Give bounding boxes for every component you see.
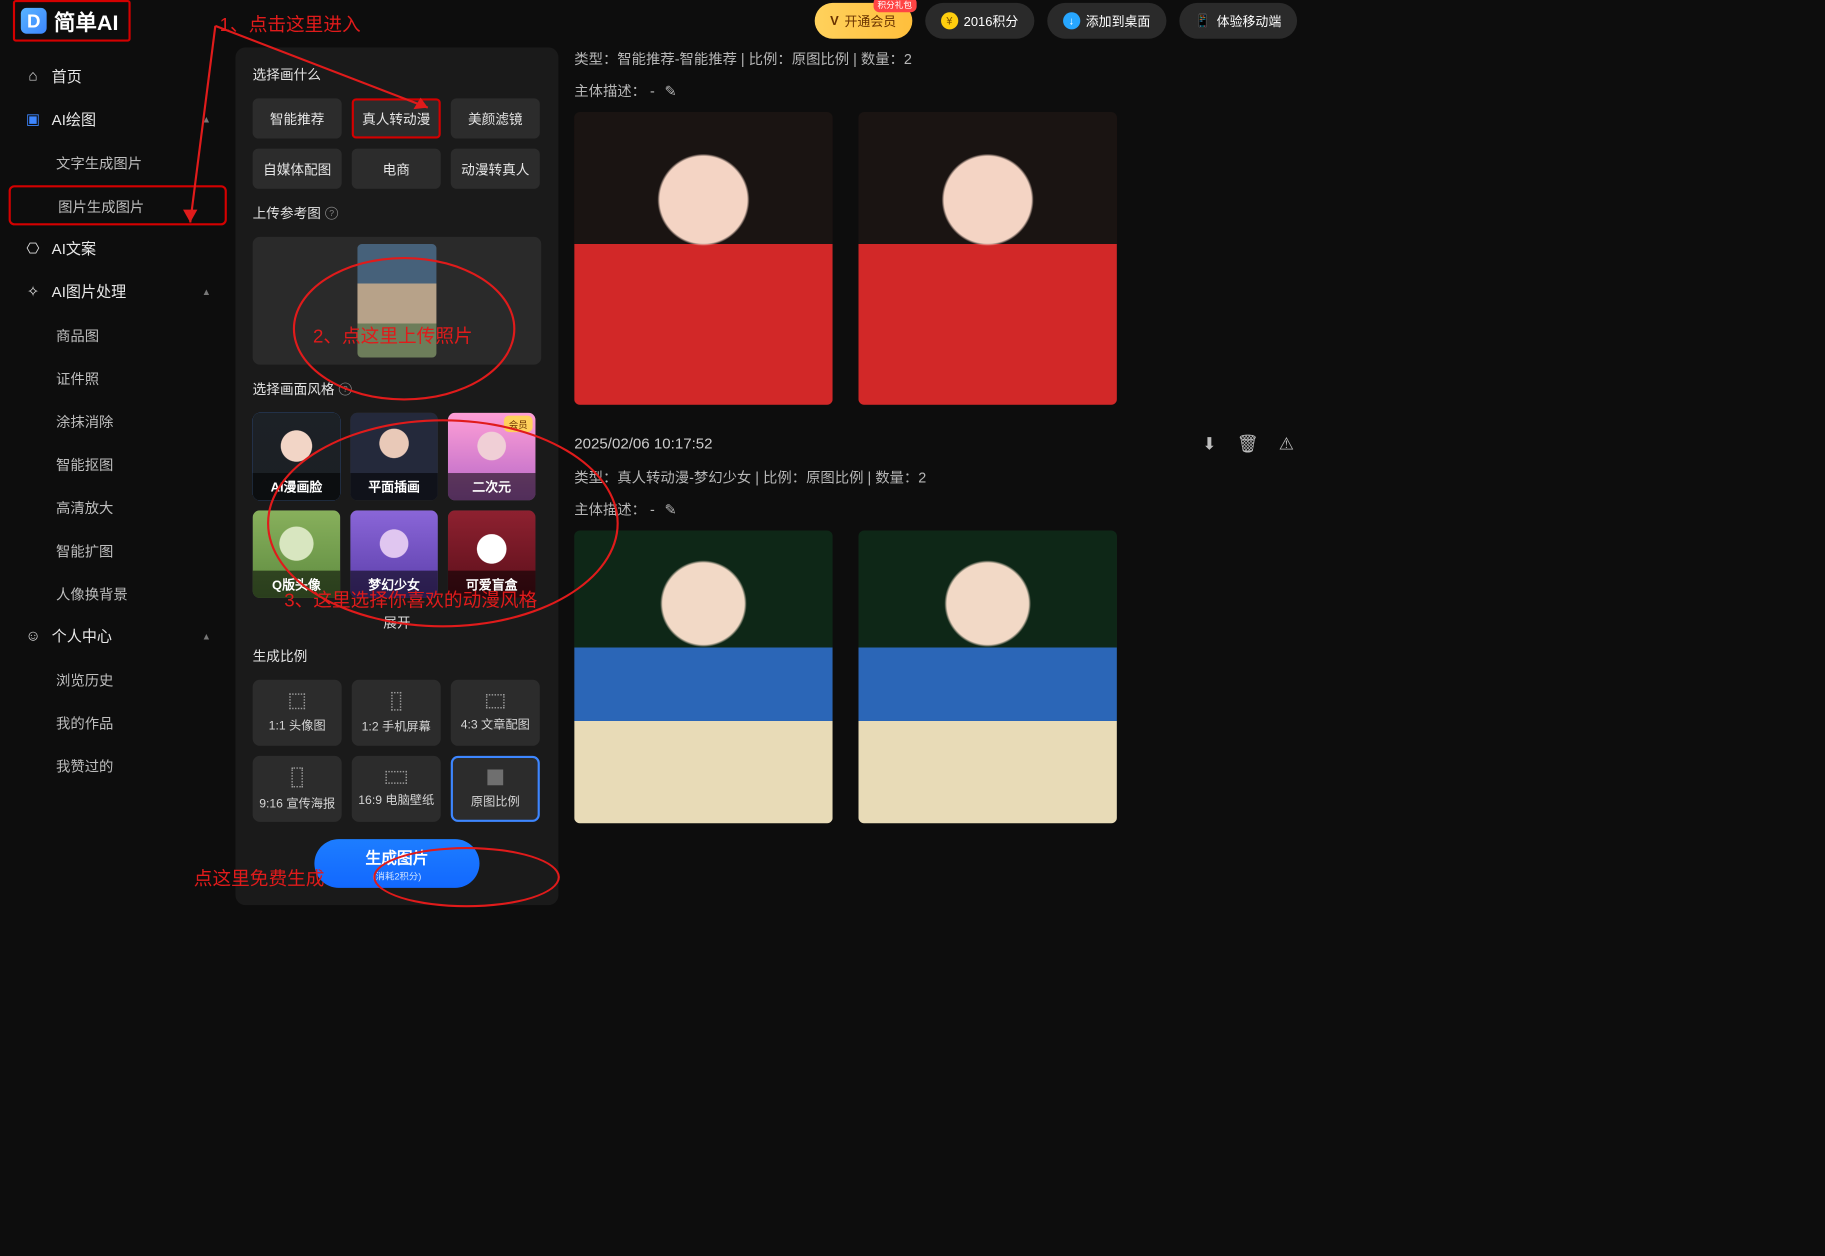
upload-thumb <box>357 244 436 357</box>
chevron-up-icon: ▲ <box>202 286 211 297</box>
result-info: 类型：智能推荐-智能推荐 | 比例：原图比例 | 数量：2 <box>574 47 1294 68</box>
ratio-icon <box>385 771 407 784</box>
app-name: 简单AI <box>54 5 119 37</box>
ratio-tile[interactable]: 4:3 文章配图 <box>451 680 540 746</box>
result-info: 类型：真人转动漫-梦幻少女 | 比例：原图比例 | 数量：2 <box>574 466 1294 487</box>
ratio-label: 生成比例 <box>253 646 542 665</box>
sidebar: ⌂ 首页 ▣ AI绘图 ▲ 文字生成图片 图片生成图片 ⎔ AI文案 ✧ AI图… <box>0 42 235 911</box>
result-desc: 主体描述： - ✎ <box>574 80 1294 101</box>
ratio-tile[interactable]: 原图比例 <box>451 756 540 822</box>
sidebar-ai-draw[interactable]: ▣ AI绘图 ▲ <box>9 99 227 139</box>
generate-button[interactable]: 生成图片 (消耗2积分) <box>314 839 479 888</box>
result-desc: 主体描述： - ✎ <box>574 498 1294 519</box>
style-tile[interactable]: 会员二次元 <box>448 413 536 501</box>
magic-icon: ✧ <box>24 282 41 300</box>
sidebar-img2img[interactable]: 图片生成图片 <box>9 185 227 225</box>
chevron-up-icon: ▲ <box>202 114 211 125</box>
result-image[interactable] <box>574 112 832 405</box>
what-label: 选择画什么 <box>253 65 542 84</box>
result-card: 2025/02/06 10:17:52 ⬇ 🗑 ⚠ 类型：真人转动漫-梦幻少女 … <box>574 434 1294 824</box>
opt-media[interactable]: 自媒体配图 <box>253 149 342 189</box>
proc-item[interactable]: 涂抹消除 <box>9 401 227 441</box>
style-tile[interactable]: 平面插画 <box>350 413 438 501</box>
ratio-icon <box>391 692 401 711</box>
ratio-tile[interactable]: 9:16 宣传海报 <box>253 756 342 822</box>
user-icon: ☺ <box>24 627 41 644</box>
proc-item[interactable]: 人像换背景 <box>9 573 227 613</box>
settings-panel: 选择画什么 智能推荐 真人转动漫 美颜滤镜 自媒体配图 电商 动漫转真人 上传参… <box>235 47 558 905</box>
open-vip-button[interactable]: V 开通会员 积分礼包 <box>814 3 912 39</box>
proc-item[interactable]: 高清放大 <box>9 487 227 527</box>
vip-badge: 会员 <box>504 416 533 433</box>
add-desktop-button[interactable]: ↓ 添加到桌面 <box>1047 3 1166 39</box>
style-tile[interactable]: 可爱盲盒 <box>448 510 536 598</box>
ratio-icon <box>289 693 305 709</box>
profile-item[interactable]: 浏览历史 <box>9 659 227 699</box>
mobile-button[interactable]: 📱 体验移动端 <box>1179 3 1297 39</box>
opt-real2anime[interactable]: 真人转动漫 <box>352 98 441 138</box>
ratio-icon <box>291 767 302 787</box>
text-icon: ⎔ <box>24 239 41 257</box>
proc-item[interactable]: 智能抠图 <box>9 444 227 484</box>
sidebar-text2img[interactable]: 文字生成图片 <box>9 142 227 182</box>
home-icon: ⌂ <box>24 67 41 84</box>
style-tile[interactable]: AI漫画脸 <box>253 413 341 501</box>
edit-icon[interactable]: ✎ <box>665 84 677 100</box>
profile-item[interactable]: 我的作品 <box>9 702 227 742</box>
info-icon[interactable]: ? <box>339 382 352 395</box>
sidebar-home[interactable]: ⌂ 首页 <box>9 56 227 96</box>
style-label: 选择画面风格 ? <box>253 379 542 398</box>
chevron-up-icon: ▲ <box>202 631 211 642</box>
results-panel: 类型：智能推荐-智能推荐 | 比例：原图比例 | 数量：2 主体描述： - ✎ … <box>558 42 1310 911</box>
profile-item[interactable]: 我赞过的 <box>9 745 227 785</box>
ratio-tile[interactable]: 1:2 手机屏幕 <box>352 680 441 746</box>
sidebar-ai-proc[interactable]: ✧ AI图片处理 ▲ <box>9 271 227 311</box>
result-image[interactable] <box>574 530 832 823</box>
mobile-label: 体验移动端 <box>1217 11 1282 30</box>
upload-box[interactable] <box>253 237 542 365</box>
points-button[interactable]: ¥ 2016积分 <box>925 3 1034 39</box>
ratio-icon <box>487 769 503 785</box>
download-icon: ↓ <box>1063 12 1080 29</box>
proc-item[interactable]: 智能扩图 <box>9 530 227 570</box>
open-vip-label: 开通会员 <box>845 11 897 30</box>
style-tile[interactable]: Q版头像 <box>253 510 341 598</box>
ratio-tile[interactable]: 1:1 头像图 <box>253 680 342 746</box>
app-logo[interactable]: D 简单AI <box>13 0 131 42</box>
coin-icon: ¥ <box>941 12 958 29</box>
edit-icon[interactable]: ✎ <box>665 502 677 518</box>
sidebar-ai-text[interactable]: ⎔ AI文案 <box>9 228 227 268</box>
proc-item[interactable]: 商品图 <box>9 314 227 354</box>
add-desktop-label: 添加到桌面 <box>1086 11 1151 30</box>
points-label: 2016积分 <box>964 11 1019 30</box>
result-image[interactable] <box>858 530 1116 823</box>
image-icon: ▣ <box>24 110 41 128</box>
trash-icon[interactable]: 🗑 <box>1237 434 1259 455</box>
opt-ecom[interactable]: 电商 <box>352 149 441 189</box>
upload-label: 上传参考图 ? <box>253 203 542 222</box>
info-icon[interactable]: ? <box>325 206 338 219</box>
phone-icon: 📱 <box>1195 13 1211 28</box>
opt-anime2real[interactable]: 动漫转真人 <box>451 149 540 189</box>
proc-item[interactable]: 证件照 <box>9 357 227 397</box>
logo-icon: D <box>21 8 47 34</box>
sidebar-profile[interactable]: ☺ 个人中心 ▲ <box>9 616 227 656</box>
opt-smart[interactable]: 智能推荐 <box>253 98 342 138</box>
gift-badge: 积分礼包 <box>873 0 916 12</box>
result-time: 2025/02/06 10:17:52 <box>574 435 712 452</box>
expand-styles[interactable]: 展开 <box>253 612 542 631</box>
result-card: 类型：智能推荐-智能推荐 | 比例：原图比例 | 数量：2 主体描述： - ✎ <box>574 47 1294 404</box>
ratio-tile[interactable]: 16:9 电脑壁纸 <box>352 756 441 822</box>
result-image[interactable] <box>858 112 1116 405</box>
style-tile[interactable]: 梦幻少女 <box>350 510 438 598</box>
opt-beauty[interactable]: 美颜滤镜 <box>451 98 540 138</box>
warn-icon[interactable]: ⚠ <box>1279 434 1294 455</box>
ratio-icon <box>486 694 505 708</box>
download-icon[interactable]: ⬇ <box>1202 434 1216 455</box>
